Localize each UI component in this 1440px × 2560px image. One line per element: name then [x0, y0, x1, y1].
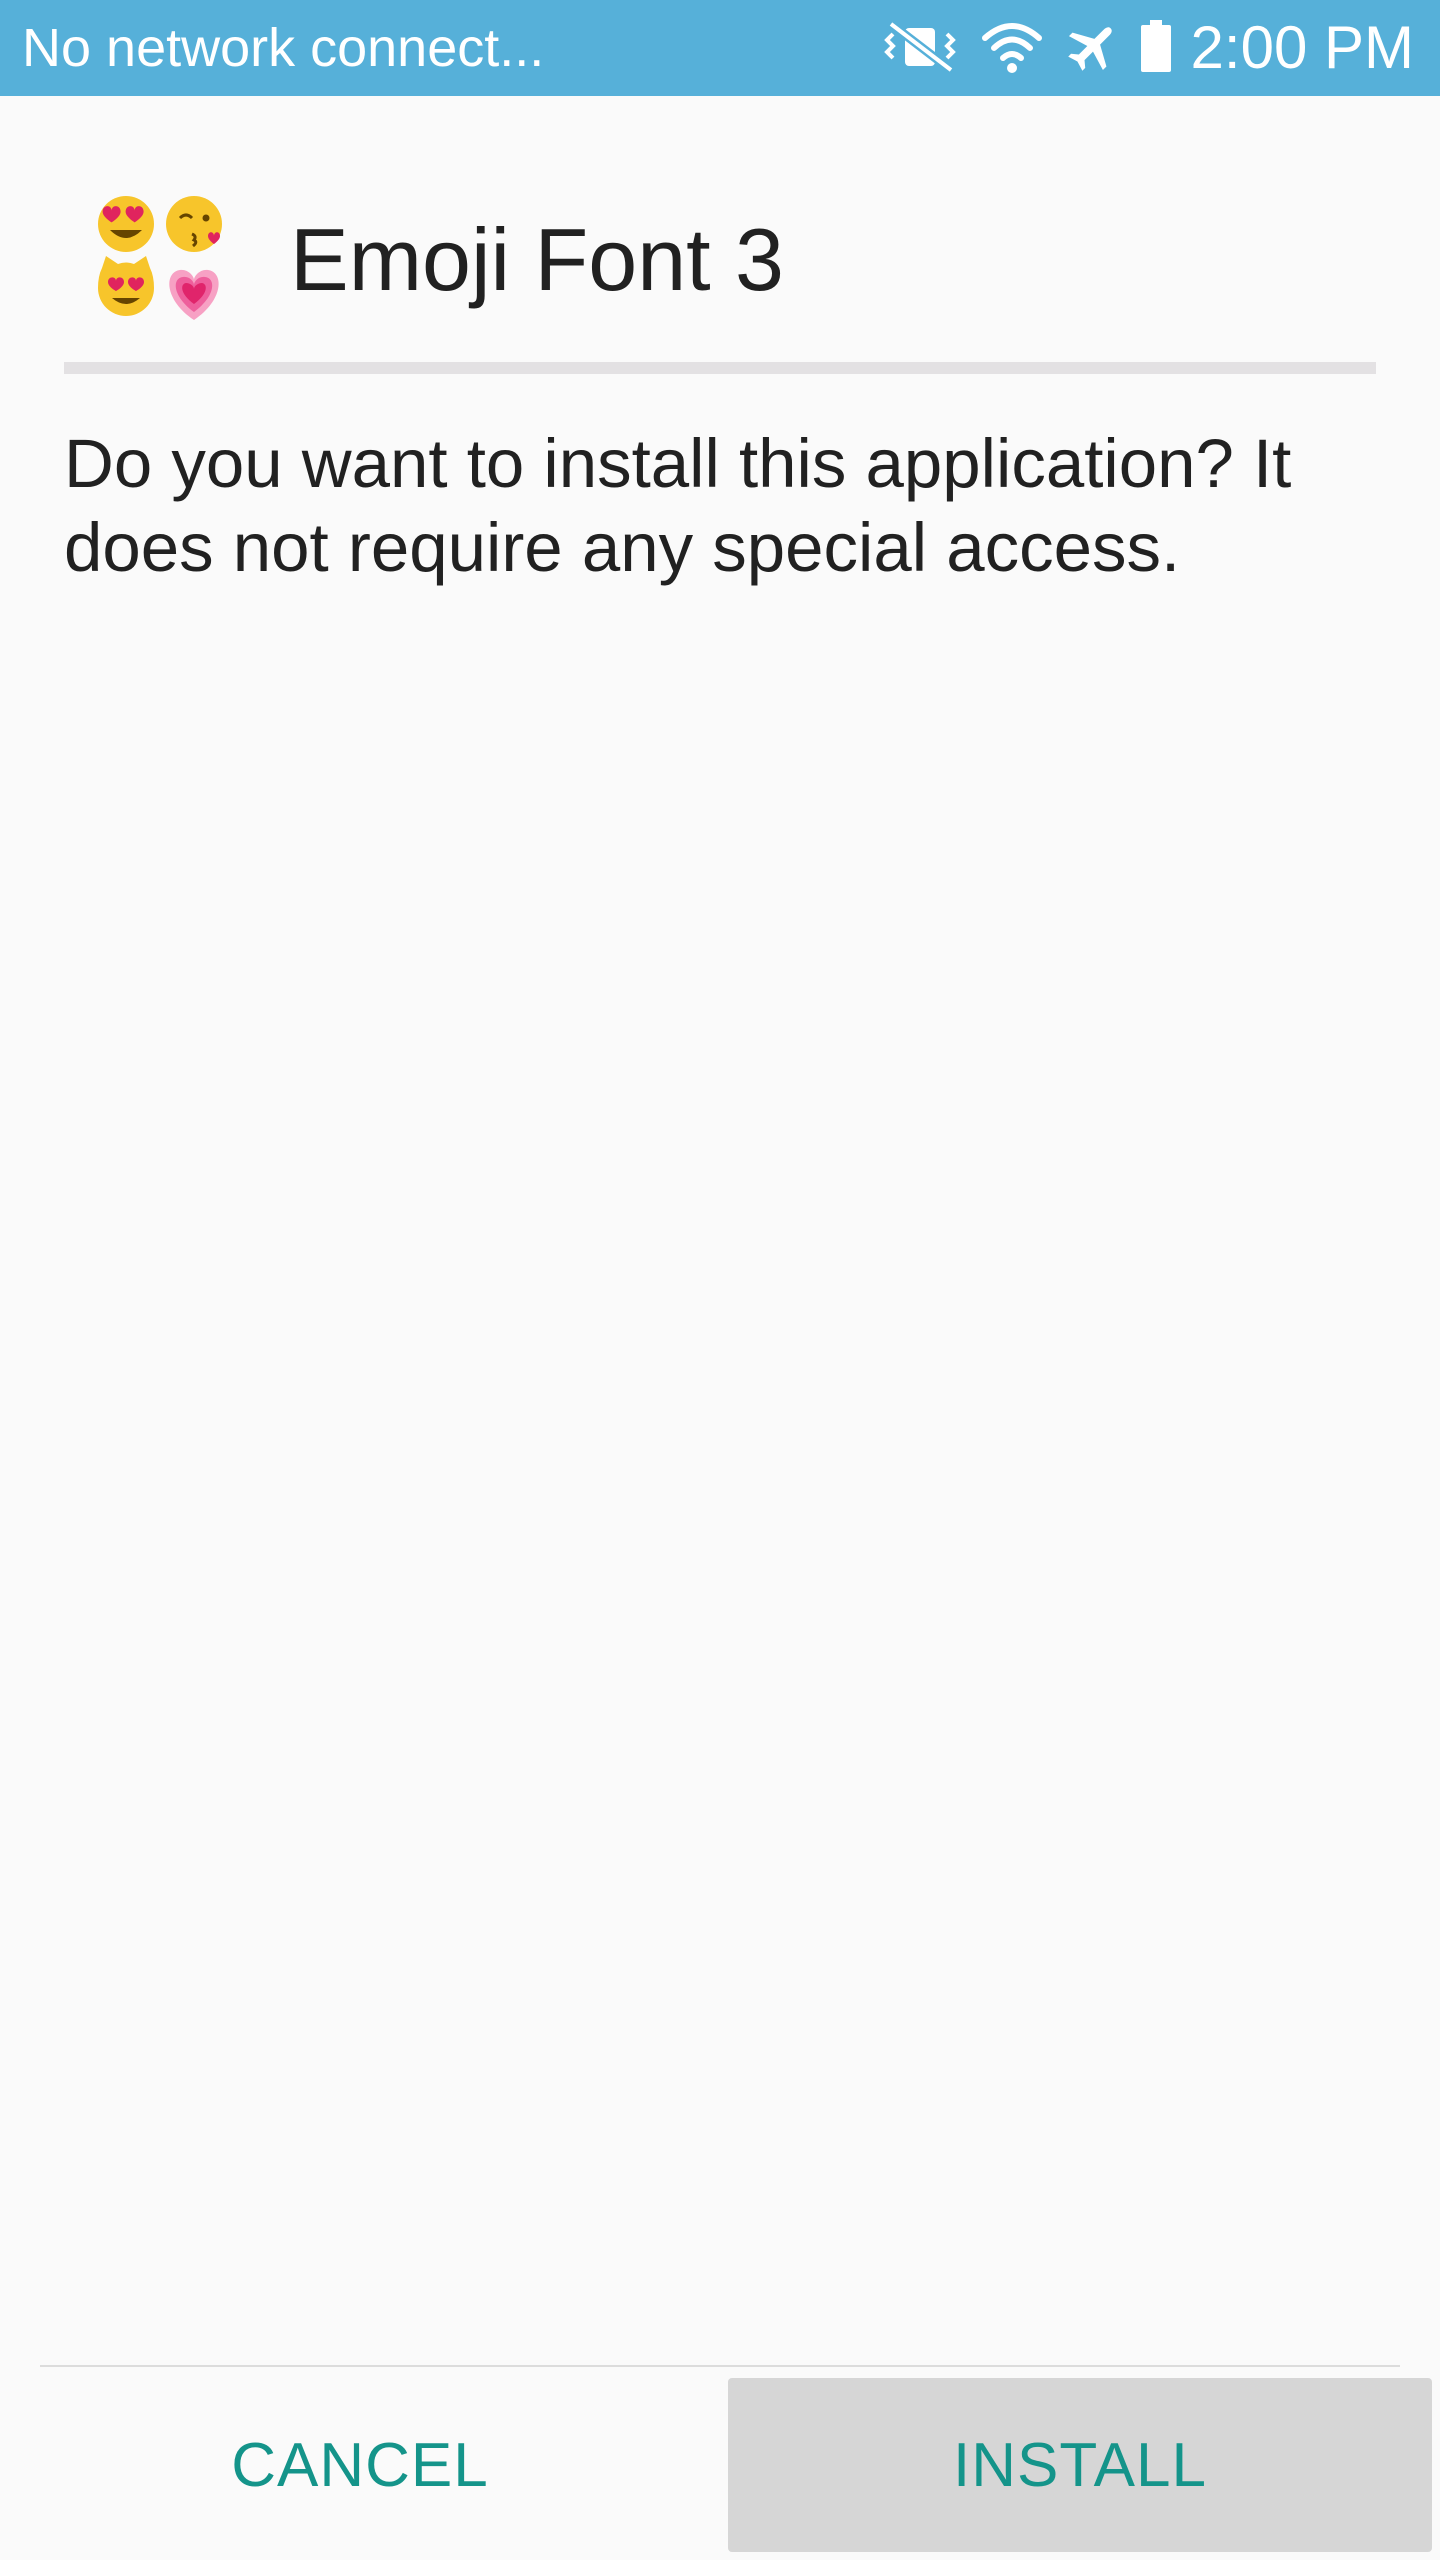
app-title: Emoji Font 3 [290, 210, 784, 309]
status-icons: 2:00 PM [881, 0, 1414, 96]
network-status-text: No network connect... [22, 18, 545, 78]
wifi-icon [981, 18, 1043, 79]
battery-icon [1139, 18, 1173, 79]
install-message: Do you want to install this application?… [64, 425, 1292, 586]
header-divider [64, 362, 1376, 374]
clock-time: 2:00 PM [1190, 14, 1414, 81]
vibrate-mute-icon [881, 16, 961, 81]
button-bar-divider [40, 2365, 1400, 2367]
status-bar: No network connect... 2:00 PM [0, 0, 1440, 96]
emoji-cluster-icon [94, 192, 226, 324]
app-header: Emoji Font 3 [64, 180, 1376, 340]
cancel-button[interactable]: CANCEL [0, 2378, 720, 2552]
install-button[interactable]: INSTALL [728, 2378, 1432, 2552]
airplane-mode-icon [1065, 18, 1121, 79]
